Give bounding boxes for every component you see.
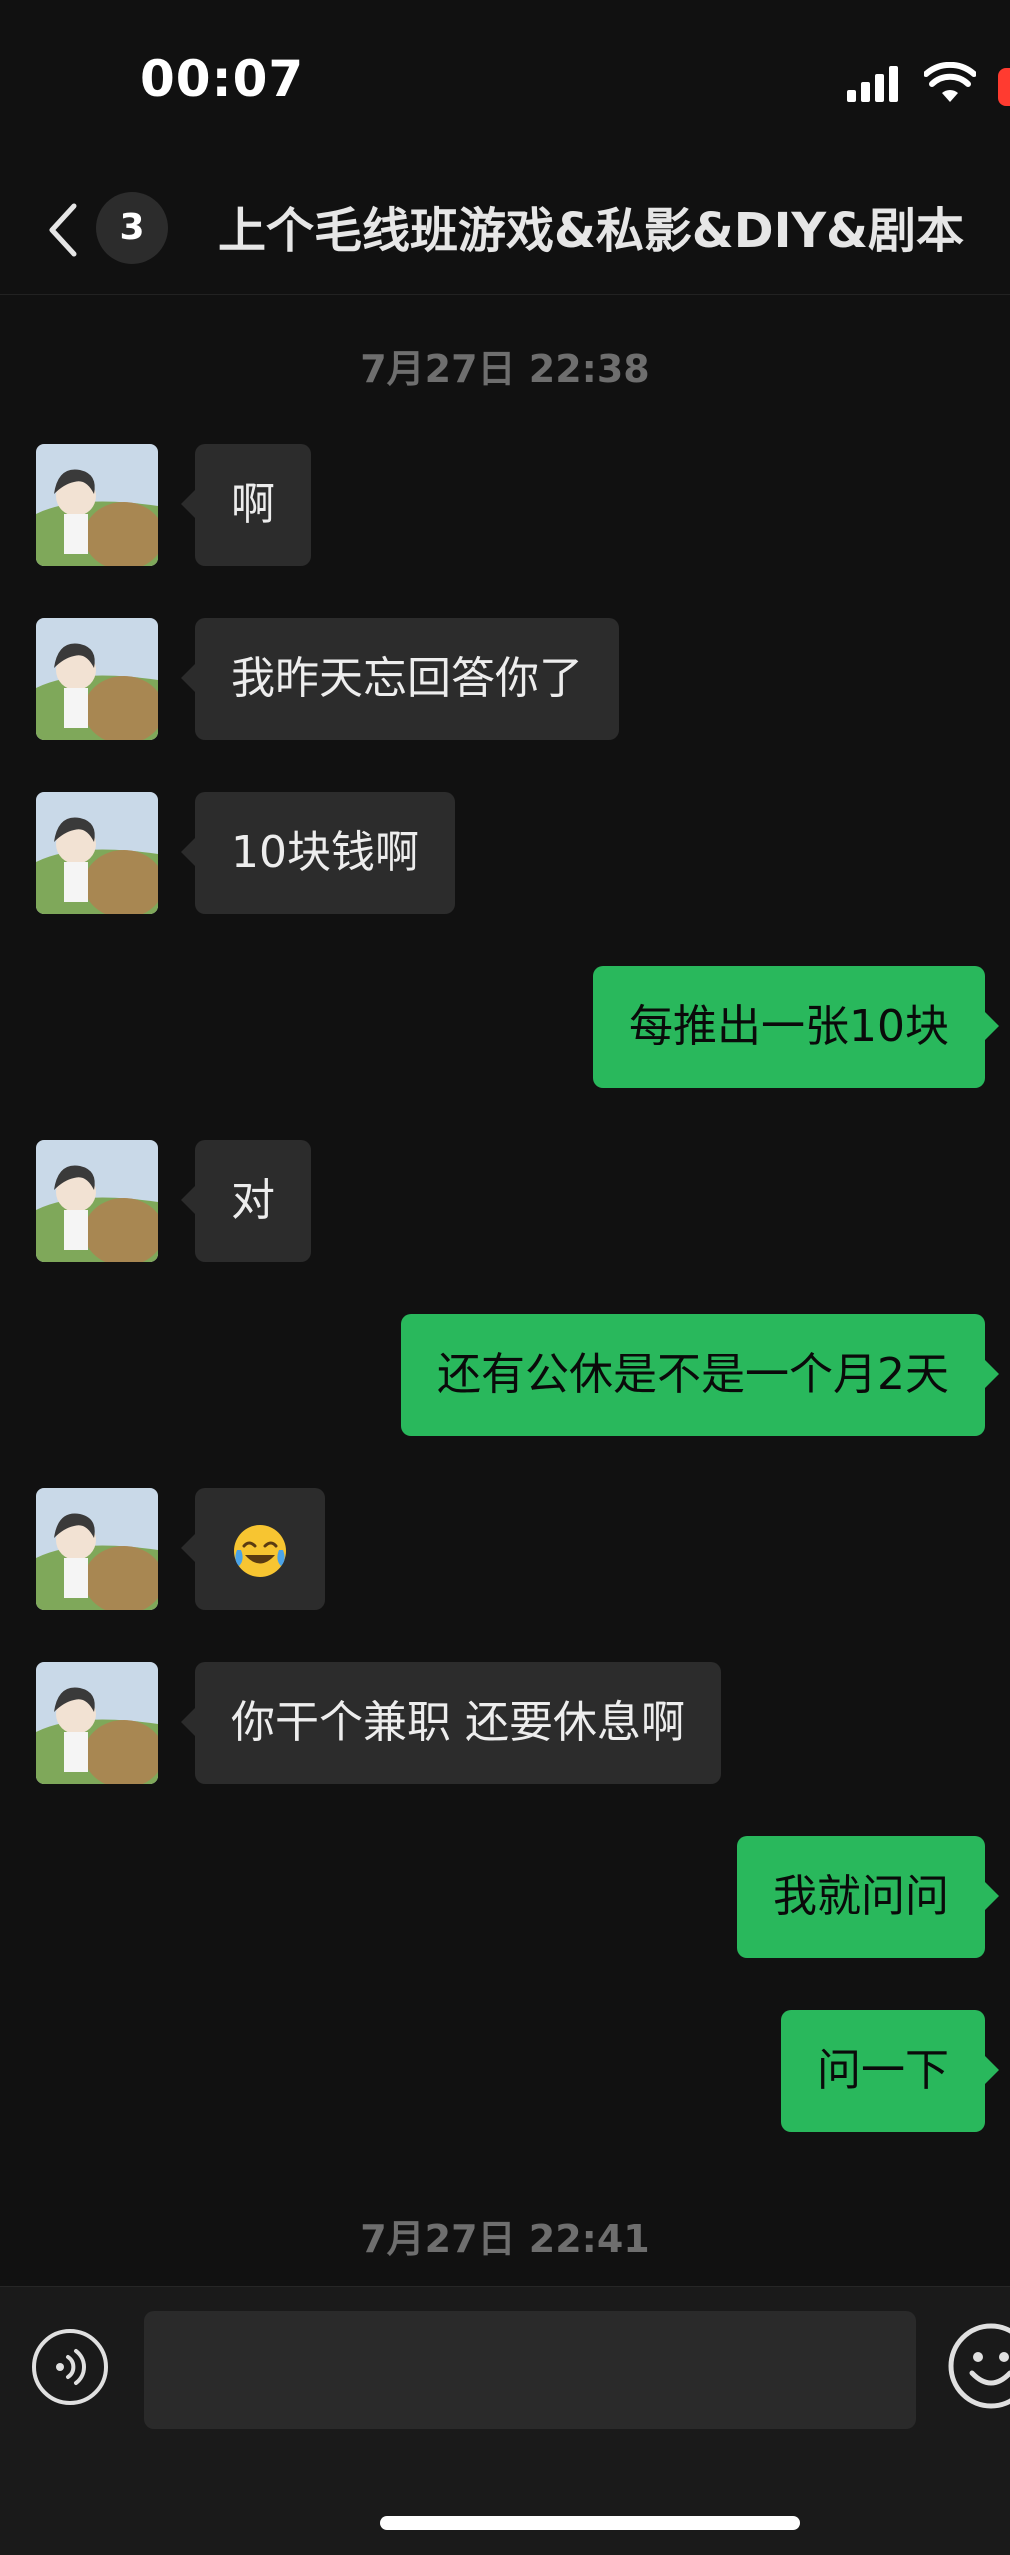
unread-count-badge[interactable]: 3 (96, 192, 168, 264)
message-bubble[interactable]: 啊 (181, 444, 311, 566)
message-bubble-outgoing[interactable]: 问一下 (781, 2010, 999, 2132)
wifi-icon (924, 62, 976, 102)
status-time: 00:07 (140, 50, 305, 108)
message-bubble[interactable]: 对 (181, 1140, 311, 1262)
nav-bar: 3 上个毛线班游戏&私影&DIY&剧本 (0, 170, 1010, 295)
message-bubble[interactable]: 我昨天忘回答你了 (181, 618, 619, 740)
timestamp: 7月27日 22:38 (360, 347, 650, 391)
chat-title: 上个毛线班游戏&私影&DIY&剧本 (218, 203, 965, 259)
message-bubble-outgoing[interactable]: 每推出一张10块 (593, 966, 999, 1088)
avatar[interactable] (36, 792, 158, 914)
avatar[interactable] (36, 1662, 158, 1784)
message-input[interactable] (144, 2311, 916, 2429)
emoji-icon[interactable] (946, 2321, 1010, 2411)
avatar[interactable] (36, 1140, 158, 1262)
message-bubble-outgoing[interactable]: 还有公休是不是一个月2天 (401, 1314, 999, 1436)
voice-icon[interactable] (30, 2327, 110, 2407)
home-indicator[interactable] (380, 2516, 800, 2530)
message-bubble[interactable]: 你干个兼职 还要休息啊 (181, 1662, 721, 1784)
battery-icon (998, 68, 1010, 106)
avatar[interactable] (36, 618, 158, 740)
avatar[interactable] (36, 444, 158, 566)
face-with-tears-of-joy-icon (234, 1525, 286, 1577)
signal-icon (847, 66, 898, 102)
chevron-left-icon[interactable] (44, 200, 84, 260)
timestamp: 7月27日 22:41 (360, 2217, 650, 2261)
status-bar: 00:07 (0, 0, 1010, 170)
avatar[interactable] (36, 1488, 158, 1610)
message-bubble[interactable] (181, 1488, 325, 1610)
message-bubble-outgoing[interactable]: 我就问问 (737, 1836, 999, 1958)
input-bar (0, 2286, 1010, 2555)
message-bubble[interactable]: 10块钱啊 (181, 792, 455, 914)
